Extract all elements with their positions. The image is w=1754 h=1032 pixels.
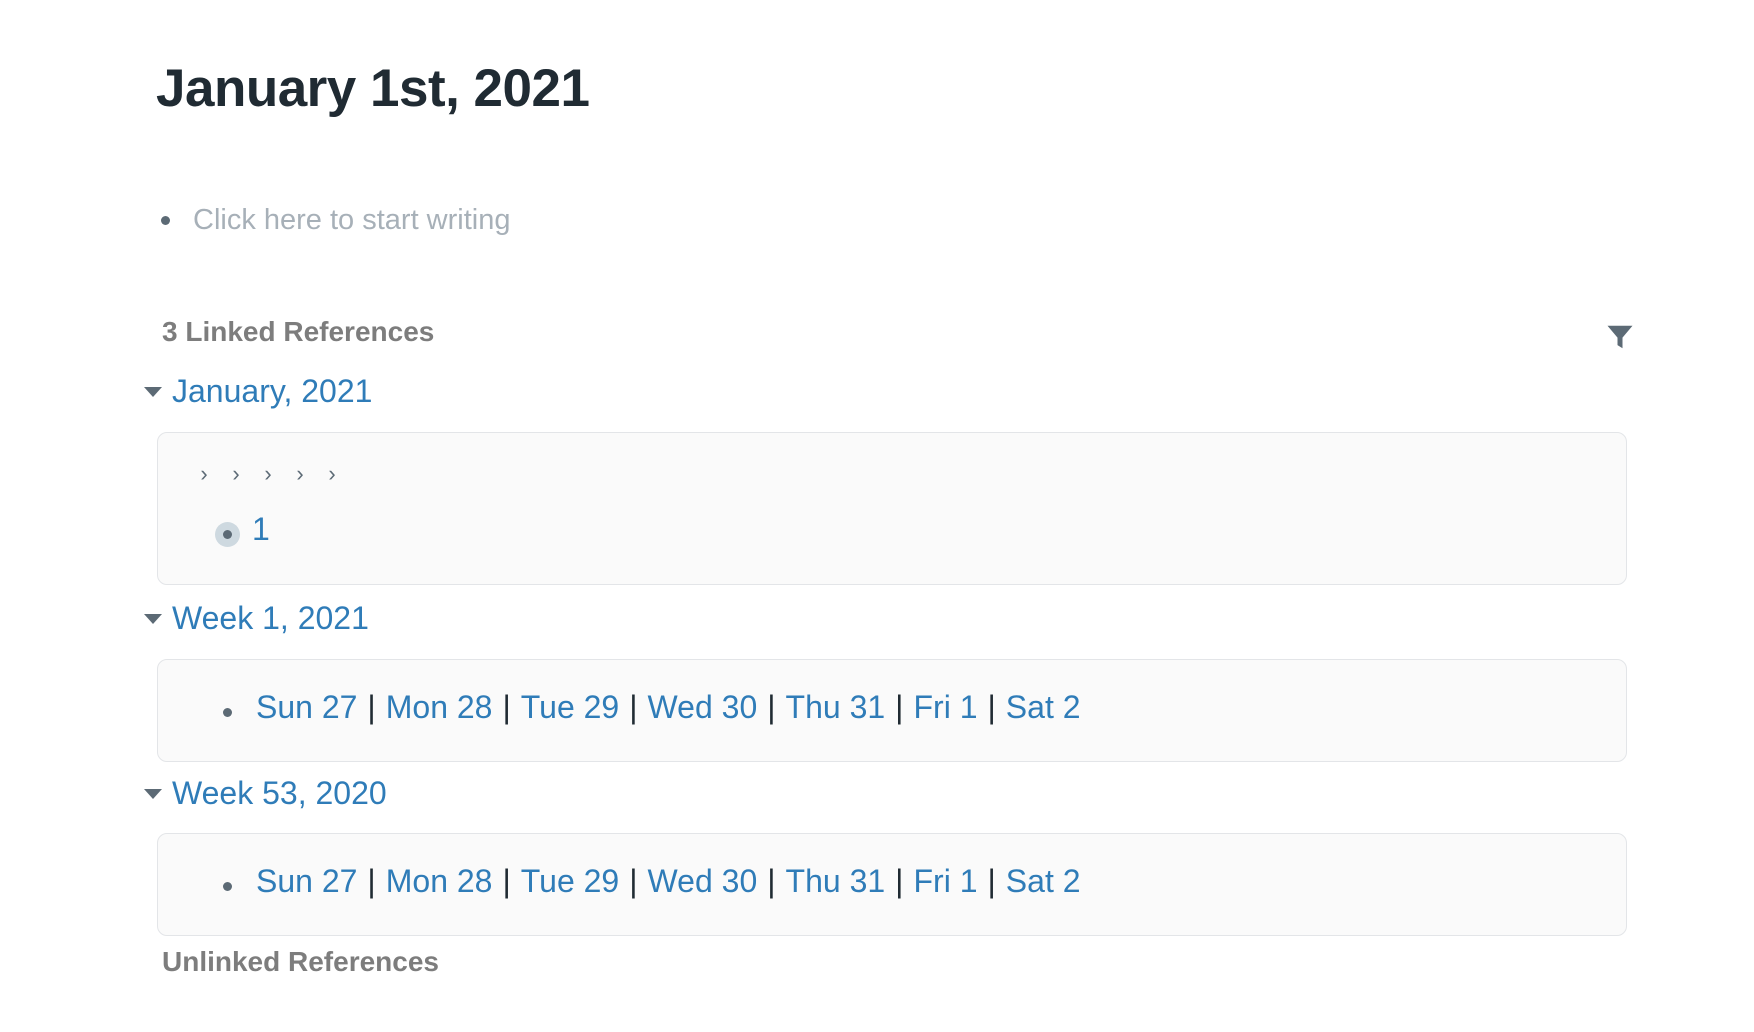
day-link-thu[interactable]: Thu 31: [786, 863, 886, 900]
collapsed-bullet-icon[interactable]: [215, 522, 240, 547]
filter-icon[interactable]: [1605, 322, 1635, 352]
day-link-fri[interactable]: Fri 1: [913, 689, 977, 726]
empty-block[interactable]: Click here to start writing: [156, 200, 511, 240]
block-link-text[interactable]: 1: [252, 511, 270, 548]
ref-group-week-1-2021[interactable]: Week 1, 2021: [144, 598, 369, 638]
day-link-wed[interactable]: Wed 30: [648, 863, 758, 900]
breadcrumb-chevron-icon[interactable]: ›: [230, 461, 242, 487]
separator: |: [629, 863, 638, 899]
reference-block: 1: [215, 511, 270, 548]
separator: |: [629, 689, 638, 725]
week-days-block: Sun 27 | Mon 28 | Tue 29 | Wed 30 | Thu …: [223, 689, 1081, 726]
ref-group-week-53-2020[interactable]: Week 53, 2020: [144, 773, 387, 813]
separator: |: [367, 863, 376, 899]
block-bullet[interactable]: [223, 708, 232, 717]
day-link-wed[interactable]: Wed 30: [648, 689, 758, 726]
breadcrumb: › › › › ›: [198, 461, 338, 487]
ref-group-title[interactable]: Week 53, 2020: [172, 775, 387, 812]
page-title[interactable]: January 1st, 2021: [156, 58, 590, 119]
unlinked-references-header[interactable]: Unlinked References: [162, 946, 439, 978]
day-link-sat[interactable]: Sat 2: [1006, 863, 1081, 900]
block-bullet: [223, 530, 232, 539]
day-link-tue[interactable]: Tue 29: [521, 863, 619, 900]
day-link-mon[interactable]: Mon 28: [386, 863, 493, 900]
week-days-block: Sun 27 | Mon 28 | Tue 29 | Wed 30 | Thu …: [223, 863, 1081, 900]
separator: |: [895, 689, 904, 725]
separator: |: [895, 863, 904, 899]
ref-group-january-2021[interactable]: January, 2021: [144, 371, 372, 411]
breadcrumb-chevron-icon[interactable]: ›: [198, 461, 210, 487]
breadcrumb-chevron-icon[interactable]: ›: [262, 461, 274, 487]
collapse-caret-icon[interactable]: [144, 614, 162, 624]
separator: |: [987, 863, 996, 899]
day-link-thu[interactable]: Thu 31: [786, 689, 886, 726]
breadcrumb-chevron-icon[interactable]: ›: [326, 461, 338, 487]
ref-group-title[interactable]: Week 1, 2021: [172, 600, 369, 637]
reference-card: Sun 27 | Mon 28 | Tue 29 | Wed 30 | Thu …: [157, 833, 1627, 936]
day-link-mon[interactable]: Mon 28: [386, 689, 493, 726]
day-link-sun[interactable]: Sun 27: [256, 863, 357, 900]
collapse-caret-icon[interactable]: [144, 789, 162, 799]
breadcrumb-chevron-icon[interactable]: ›: [294, 461, 306, 487]
separator: |: [767, 689, 776, 725]
linked-references-header: 3 Linked References: [162, 316, 435, 347]
separator: |: [502, 689, 511, 725]
reference-card: › › › › › 1: [157, 432, 1627, 585]
separator: |: [767, 863, 776, 899]
block-bullet[interactable]: [223, 882, 232, 891]
ref-group-title[interactable]: January, 2021: [172, 373, 372, 410]
block-bullet[interactable]: [161, 215, 170, 225]
daily-note-page: January 1st, 2021 Click here to start wr…: [0, 0, 1754, 1032]
reference-card: Sun 27 | Mon 28 | Tue 29 | Wed 30 | Thu …: [157, 659, 1627, 762]
separator: |: [502, 863, 511, 899]
day-link-sun[interactable]: Sun 27: [256, 689, 357, 726]
start-writing-placeholder[interactable]: Click here to start writing: [193, 204, 511, 237]
day-link-tue[interactable]: Tue 29: [521, 689, 619, 726]
day-link-sat[interactable]: Sat 2: [1006, 689, 1081, 726]
day-link-fri[interactable]: Fri 1: [913, 863, 977, 900]
separator: |: [367, 689, 376, 725]
collapse-caret-icon[interactable]: [144, 387, 162, 397]
separator: |: [987, 689, 996, 725]
